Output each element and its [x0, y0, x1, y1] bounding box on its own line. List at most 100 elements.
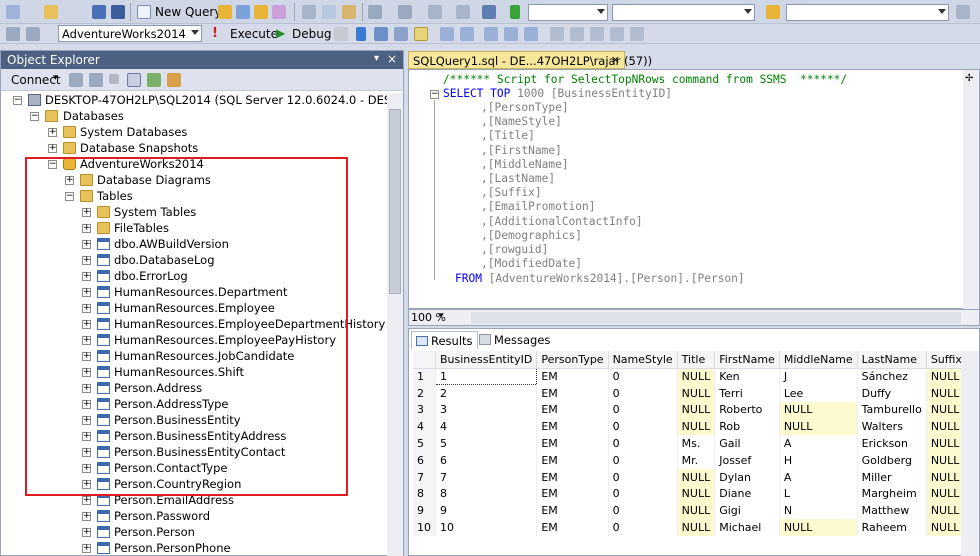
table-row[interactable]: 11EM0NULLKenJSánchezNULL0 [413, 367, 963, 386]
column-header[interactable]: Title [677, 351, 716, 369]
grid-cell[interactable]: 0 [608, 435, 678, 452]
grid-cell[interactable]: A [779, 435, 858, 452]
grid-cell[interactable]: Ken [714, 368, 780, 385]
grid-cell[interactable]: NULL [779, 401, 858, 419]
database-engine-query-icon[interactable] [218, 5, 232, 19]
grid-cell[interactable]: EM [536, 418, 609, 436]
grid-cell[interactable]: EM [536, 502, 609, 520]
disconnect-icon[interactable] [89, 73, 103, 87]
find-in-files-icon[interactable] [766, 5, 780, 19]
grid-cell[interactable]: 2 [435, 384, 538, 402]
grid-cell[interactable]: NULL [677, 418, 716, 436]
increase-indent-icon[interactable] [610, 27, 624, 41]
zoom-dropdown[interactable]: 100 % ▾ [411, 311, 463, 325]
grid-cell[interactable]: NULL [677, 468, 716, 486]
grid-cell[interactable]: L [779, 485, 858, 503]
grid-cell[interactable]: 0 [608, 502, 678, 520]
scrollbar-thumb[interactable] [389, 109, 401, 294]
collapse-toggle[interactable]: − [13, 96, 22, 105]
navigate-forward-icon[interactable] [456, 5, 470, 19]
solution-config-dropdown[interactable] [528, 4, 608, 21]
save-all-icon[interactable] [111, 5, 125, 19]
grid-cell[interactable]: NULL [926, 384, 963, 402]
close-tab-icon[interactable]: × [611, 53, 620, 66]
grid-cell[interactable]: Lee [779, 384, 858, 402]
grid-cell[interactable]: 1 [434, 367, 538, 386]
column-header[interactable]: Suffix [926, 351, 963, 369]
grid-cell[interactable]: Margheim [857, 485, 927, 503]
table-row[interactable]: 77EM0NULLDylanAMillerNULL2 [413, 468, 963, 486]
toolbar-options-icon[interactable] [956, 5, 970, 19]
tree-node-system-databases[interactable]: + System Databases [1, 125, 387, 141]
table-row[interactable]: 88EM0NULLDianeLMargheimNULL0 [413, 485, 963, 503]
column-header[interactable]: MiddleName [779, 351, 858, 369]
grid-cell[interactable]: Erickson [857, 435, 927, 452]
redo-icon[interactable] [398, 5, 412, 19]
grid-cell[interactable]: 10 [435, 519, 538, 536]
tree-node-database-snapshots[interactable]: + Database Snapshots [1, 141, 387, 157]
stop-icon[interactable] [109, 74, 119, 84]
grid-cell[interactable]: N [779, 502, 858, 520]
table-row[interactable]: 99EM0NULLGigiNMatthewNULL0 [413, 502, 963, 520]
tree-node-databases[interactable]: − Databases [1, 109, 387, 125]
grid-cell[interactable]: Gigi [714, 502, 780, 520]
grid-cell[interactable]: Goldberg [857, 451, 927, 469]
new-query-button[interactable]: New Query [135, 3, 221, 21]
grid-cell[interactable]: 5 [435, 435, 538, 452]
grid-cell[interactable]: A [779, 468, 858, 486]
change-connection-icon[interactable] [26, 27, 40, 41]
grid-cell[interactable]: NULL [926, 468, 963, 486]
grid-cell[interactable]: NULL [926, 401, 963, 419]
grid-cell[interactable]: Miller [857, 468, 927, 486]
grid-cell[interactable]: NULL [926, 519, 963, 536]
filter-settings-icon[interactable] [147, 73, 161, 87]
grid-cell[interactable]: Walters [857, 418, 927, 436]
column-header[interactable]: FirstName [714, 351, 780, 369]
grid-cell[interactable]: NULL [677, 519, 716, 536]
grid-cell[interactable]: NULL [926, 418, 963, 436]
grid-cell[interactable]: NULL [926, 485, 963, 503]
filter-icon[interactable] [127, 73, 141, 87]
parse-icon[interactable] [356, 27, 366, 41]
results-grid[interactable]: BusinessEntityID PersonType NameStyle Title… [413, 351, 963, 556]
grid-cell[interactable]: NULL [926, 368, 963, 385]
results-to-text-icon[interactable] [504, 27, 518, 41]
table-row[interactable]: 44EM0NULLRobNULLWaltersNULL0 [413, 418, 963, 436]
sql-editor[interactable]: − /****** Script for SelectTopNRows comm… [408, 69, 980, 309]
grid-cell[interactable]: 0 [608, 451, 678, 469]
editor-scrollbar[interactable]: ✢ [963, 70, 979, 309]
grid-cell[interactable]: NULL [779, 418, 858, 436]
uncomment-icon[interactable] [570, 27, 584, 41]
grid-cell[interactable]: 0 [608, 485, 678, 503]
grid-cell[interactable]: Mr. [677, 451, 716, 469]
connect-icon[interactable] [6, 27, 20, 41]
grid-cell[interactable]: 3 [435, 401, 538, 419]
grid-cell[interactable]: 7 [435, 468, 538, 486]
screenshot-icon[interactable] [482, 5, 496, 19]
refresh-icon[interactable] [167, 73, 181, 87]
column-header[interactable]: PersonType [536, 351, 609, 369]
xmla-query-icon[interactable] [272, 5, 286, 19]
specify-values-icon[interactable] [630, 27, 644, 41]
expand-toggle[interactable]: + [82, 528, 91, 537]
start-icon[interactable] [510, 5, 520, 19]
intellisense-icon[interactable] [414, 27, 428, 41]
save-icon[interactable] [92, 5, 106, 19]
collapse-toggle[interactable]: − [30, 112, 39, 121]
debug-button[interactable]: ▶ Debug [274, 25, 332, 43]
outline-collapse-icon[interactable]: − [430, 90, 439, 99]
query-designer-icon[interactable] [394, 27, 408, 41]
close-icon[interactable]: × [387, 52, 397, 66]
cut-icon[interactable] [302, 5, 316, 19]
live-stats-icon[interactable] [460, 27, 474, 41]
grid-cell[interactable]: NULL [677, 368, 716, 385]
column-header[interactable] [413, 351, 436, 369]
grid-cell[interactable]: Roberto [714, 401, 780, 419]
connect-button[interactable]: Connect ▾ [5, 72, 61, 88]
grid-cell[interactable]: 0 [608, 384, 678, 402]
grid-cell[interactable]: NULL [779, 519, 858, 536]
grid-cell[interactable]: NULL [677, 401, 716, 419]
grid-cell[interactable]: EM [536, 368, 609, 385]
find-dropdown[interactable] [786, 4, 949, 21]
grid-cell[interactable]: EM [536, 435, 609, 452]
